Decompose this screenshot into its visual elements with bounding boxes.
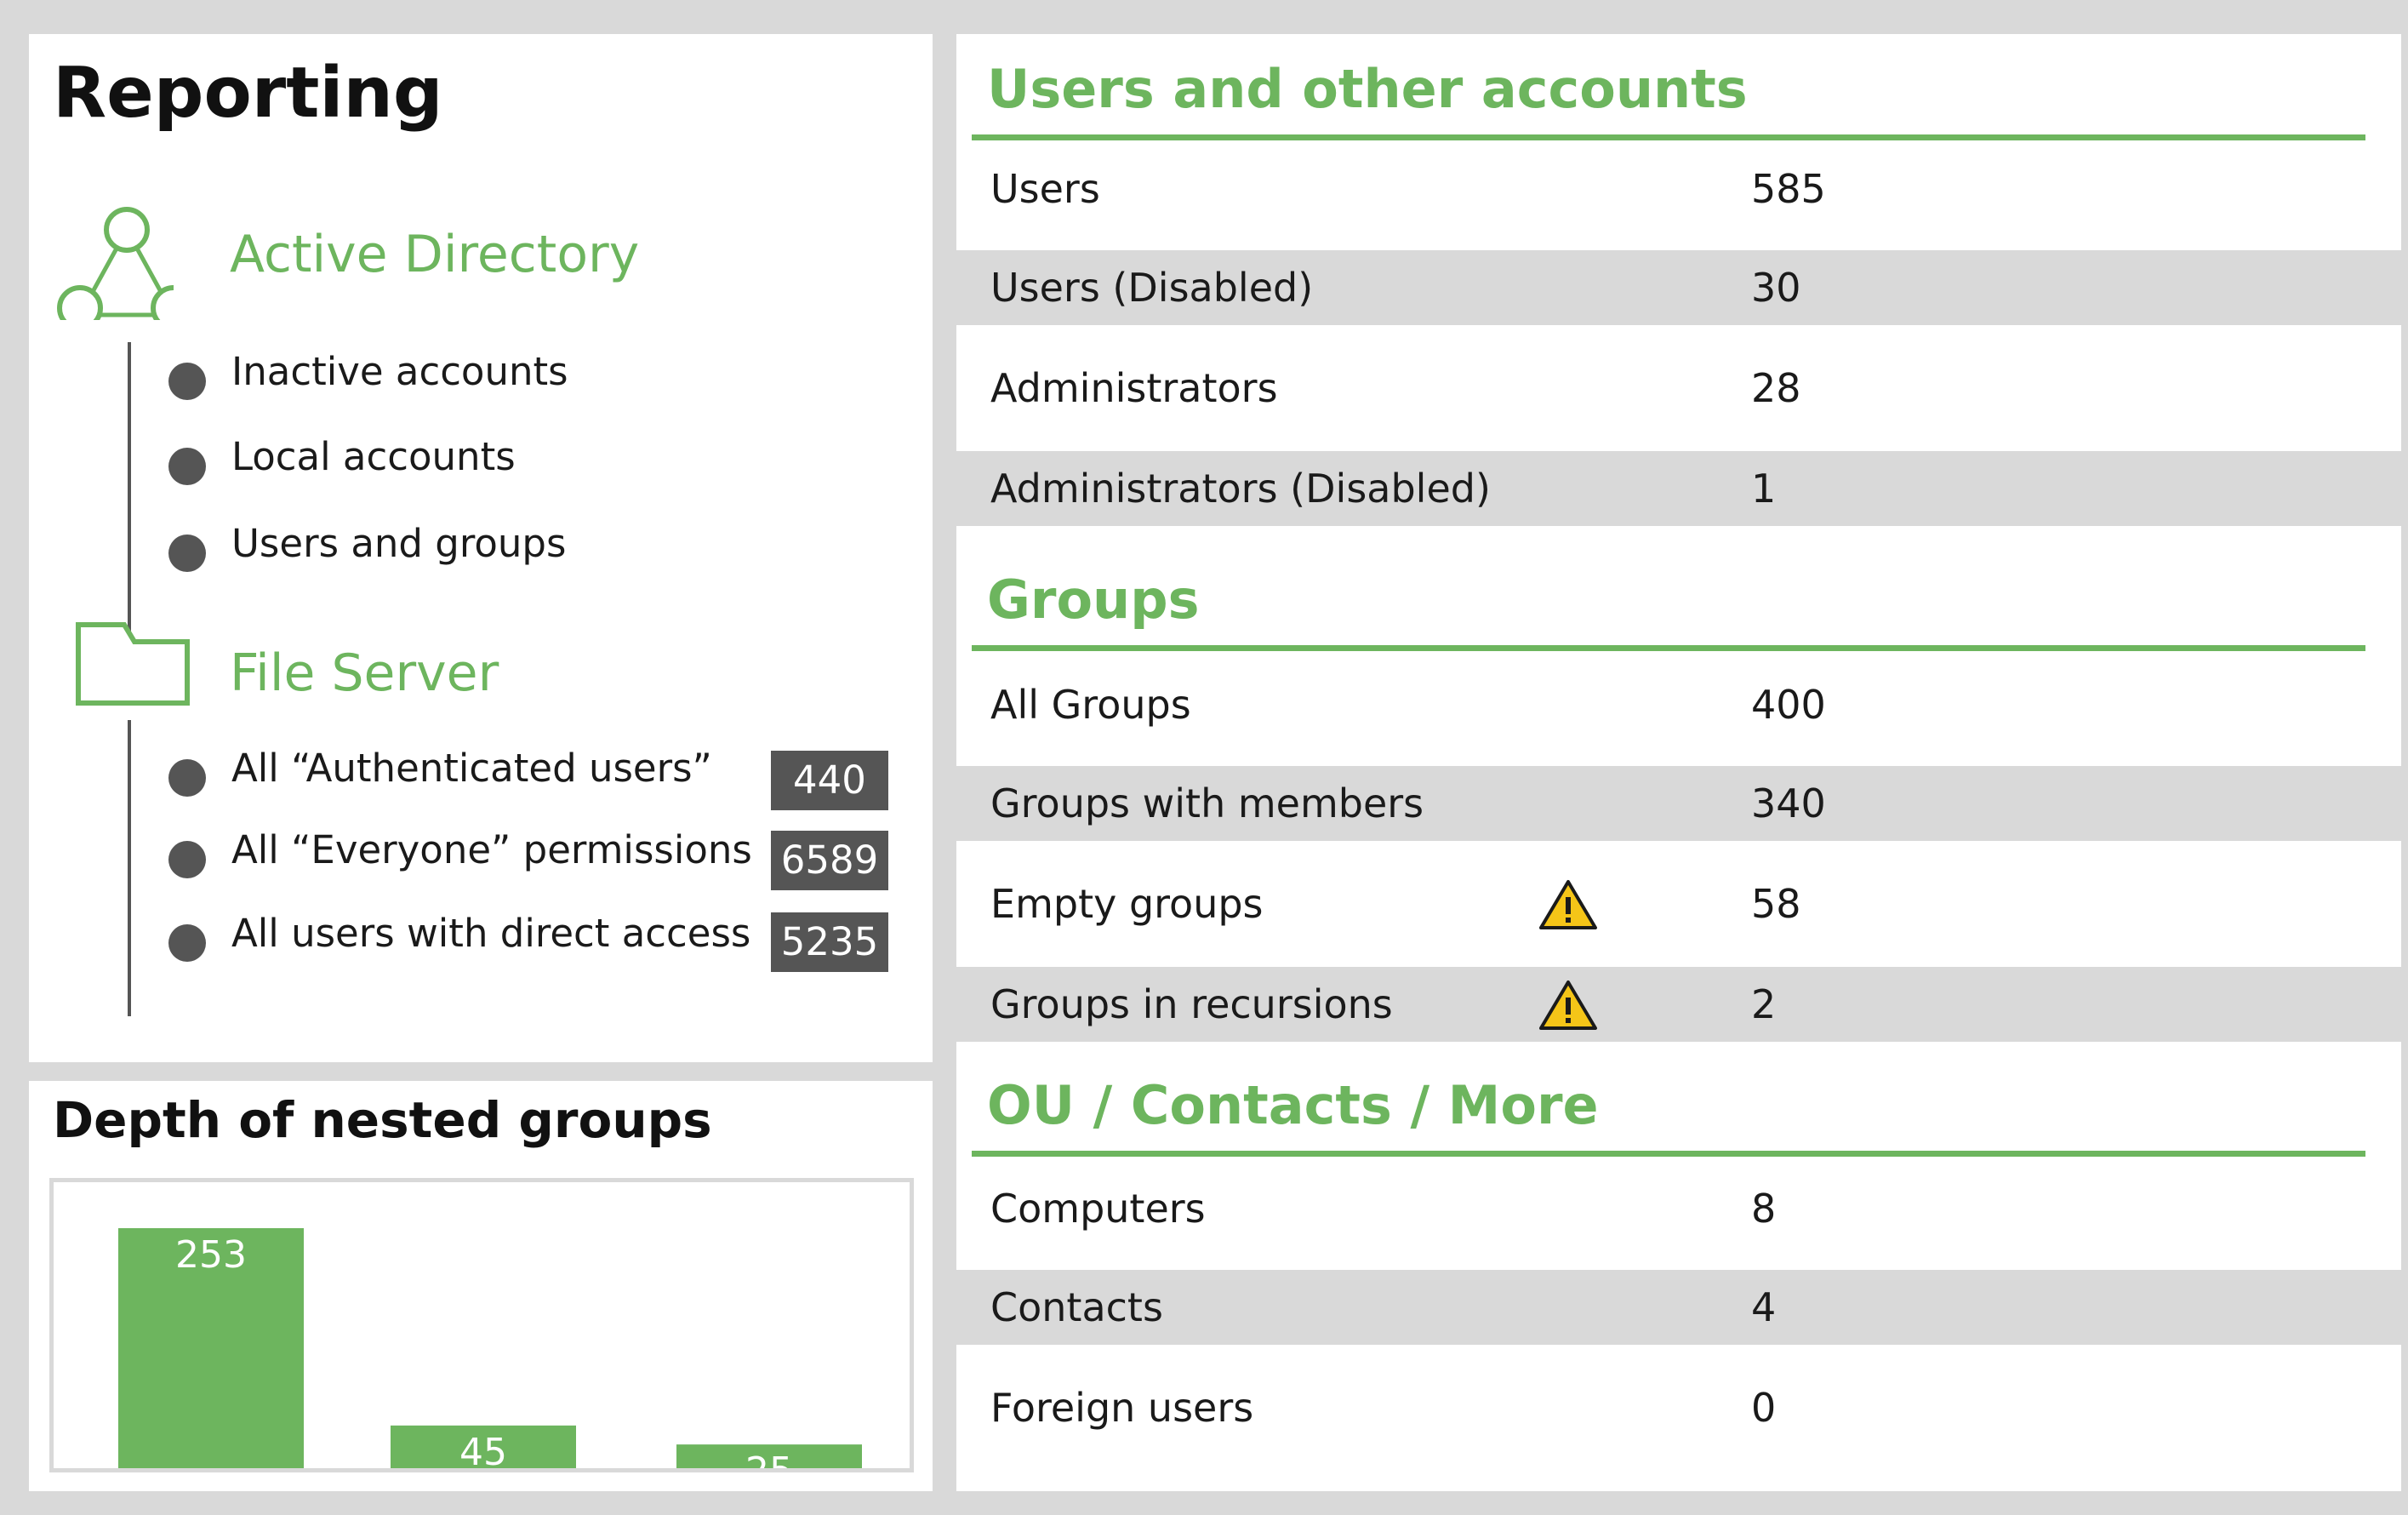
stat-row-computers[interactable]: Computers 8 xyxy=(956,1171,2401,1246)
stat-value: 8 xyxy=(1751,1186,1777,1232)
section-divider xyxy=(972,645,2365,651)
bullet-icon xyxy=(168,841,206,878)
chart-data-label-1: 45 xyxy=(459,1431,507,1468)
stat-label: Administrators (Disabled) xyxy=(990,466,1491,512)
stat-label: Contacts xyxy=(990,1284,1163,1330)
direct-access-count-badge: 5235 xyxy=(771,912,888,972)
stat-label: Foreign users xyxy=(990,1385,1254,1431)
folder-icon xyxy=(76,622,190,706)
chart-data-label-0: 253 xyxy=(175,1233,247,1277)
nested-groups-chart: 253 45 25 xyxy=(118,1228,862,1468)
bullet-icon xyxy=(168,924,206,962)
nested-groups-panel: Depth of nested groups 253 45 25 xyxy=(29,1081,933,1491)
direct-access-users-link[interactable]: All users with direct access xyxy=(231,911,750,956)
everyone-permissions-count-badge: 6589 xyxy=(771,831,888,890)
stat-row-users[interactable]: Users 585 xyxy=(956,152,2401,226)
bullet-icon xyxy=(168,759,206,797)
stat-value: 585 xyxy=(1751,166,1826,212)
stat-row-contacts[interactable]: Contacts 4 xyxy=(956,1270,2401,1345)
stat-label: Users xyxy=(990,166,1100,212)
stat-value: 4 xyxy=(1751,1284,1777,1330)
users-and-groups-link[interactable]: Users and groups xyxy=(231,521,566,566)
statistics-panel: Users and other accounts Users 585 Users… xyxy=(956,34,2401,1491)
stat-label: Computers xyxy=(990,1186,1206,1232)
stat-label: Groups in recursions xyxy=(990,981,1393,1027)
stat-row-groups-with-members[interactable]: Groups with members 340 xyxy=(956,766,2401,841)
authenticated-users-count-badge: 440 xyxy=(771,751,888,810)
reporting-panel: Reporting Active Directory Inactive acco… xyxy=(29,34,933,1062)
stat-label: Administrators xyxy=(990,365,1278,411)
stat-label: Groups with members xyxy=(990,780,1424,826)
local-accounts-link[interactable]: Local accounts xyxy=(231,434,516,479)
nested-groups-title: Depth of nested groups xyxy=(53,1091,712,1149)
everyone-permissions-link[interactable]: All “Everyone” permissions xyxy=(231,827,752,872)
warning-icon xyxy=(1539,980,1597,1030)
section-divider xyxy=(972,1151,2365,1157)
chart-data-label-2: 25 xyxy=(745,1449,793,1468)
section-divider xyxy=(972,134,2365,140)
bullet-icon xyxy=(168,363,206,400)
active-directory-icon xyxy=(57,207,174,320)
active-directory-tree-line xyxy=(128,342,131,638)
nested-groups-chart-frame: 253 45 25 xyxy=(49,1178,914,1472)
stat-label: Empty groups xyxy=(990,881,1264,927)
stat-row-foreign-users[interactable]: Foreign users 0 xyxy=(956,1370,2401,1445)
stat-value: 30 xyxy=(1751,265,1801,311)
active-directory-heading[interactable]: Active Directory xyxy=(230,225,639,284)
stat-label: Users (Disabled) xyxy=(990,265,1314,311)
stat-value: 400 xyxy=(1751,682,1826,728)
stat-row-users-disabled[interactable]: Users (Disabled) 30 xyxy=(956,250,2401,325)
groups-section-title: Groups xyxy=(987,569,1200,631)
authenticated-users-link[interactable]: All “Authenticated users” xyxy=(231,746,712,791)
stat-row-groups-in-recursions[interactable]: Groups in recursions 2 xyxy=(956,967,2401,1042)
stat-row-administrators[interactable]: Administrators 28 xyxy=(956,351,2401,426)
users-section-title: Users and other accounts xyxy=(987,58,1748,120)
inactive-accounts-link[interactable]: Inactive accounts xyxy=(231,349,568,394)
stat-value: 28 xyxy=(1751,365,1801,411)
stat-row-empty-groups[interactable]: Empty groups 58 xyxy=(956,866,2401,941)
bullet-icon xyxy=(168,448,206,485)
file-server-heading[interactable]: File Server xyxy=(230,643,499,703)
stat-value: 0 xyxy=(1751,1385,1777,1431)
bullet-icon xyxy=(168,535,206,572)
ou-section-title: OU / Contacts / More xyxy=(987,1074,1599,1136)
reporting-title: Reporting xyxy=(53,53,443,134)
stat-label: All Groups xyxy=(990,682,1191,728)
stat-value: 340 xyxy=(1751,780,1826,826)
stat-row-all-groups[interactable]: All Groups 400 xyxy=(956,667,2401,742)
stat-value: 58 xyxy=(1751,881,1801,927)
file-server-tree-line xyxy=(128,720,131,1016)
stat-value: 1 xyxy=(1751,466,1777,512)
stat-value: 2 xyxy=(1751,981,1777,1027)
stat-row-administrators-disabled[interactable]: Administrators (Disabled) 1 xyxy=(956,451,2401,526)
warning-icon xyxy=(1539,880,1597,929)
